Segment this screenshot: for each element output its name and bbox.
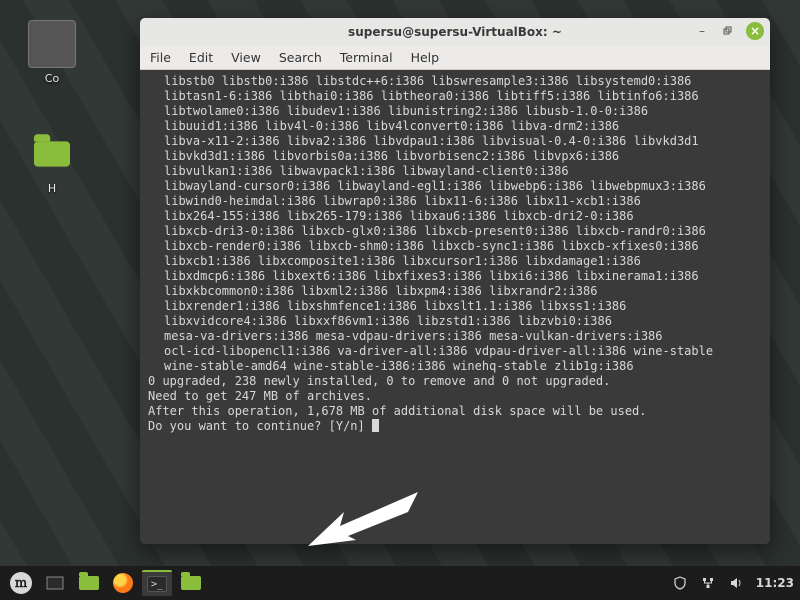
shield-icon[interactable]: [672, 575, 688, 591]
show-desktop-button[interactable]: [40, 570, 70, 596]
pkg-line: libuuid1:i386 libv4l-0:i386 libv4lconver…: [148, 119, 762, 134]
taskbar-terminal-button[interactable]: >_: [142, 570, 172, 596]
network-icon[interactable]: [700, 575, 716, 591]
pkg-line: libtwolame0:i386 libudev1:i386 libunistr…: [148, 104, 762, 119]
pkg-line: libxcb1:i386 libxcomposite1:i386 libxcur…: [148, 254, 762, 269]
pkg-line: ocl-icd-libopencl1:i386 va-driver-all:i3…: [148, 344, 762, 359]
menu-help[interactable]: Help: [411, 50, 440, 65]
pkg-line: libtasn1-6:i386 libthai0:i386 libtheora0…: [148, 89, 762, 104]
pkg-line: libxkbcommon0:i386 libxml2:i386 libxpm4:…: [148, 284, 762, 299]
summary-line: After this operation, 1,678 MB of additi…: [148, 404, 762, 419]
menubar: File Edit View Search Terminal Help: [140, 46, 770, 70]
pkg-line: libva-x11-2:i386 libva2:i386 libvdpau1:i…: [148, 134, 762, 149]
terminal-cursor: [372, 419, 379, 432]
desktop-icon-computer[interactable]: Co: [20, 20, 84, 85]
window-controls: – ×: [694, 22, 764, 40]
pkg-line: libxcb-render0:i386 libxcb-shm0:i386 lib…: [148, 239, 762, 254]
home-folder-icon: [28, 130, 76, 178]
summary-line: 0 upgraded, 238 newly installed, 0 to re…: [148, 374, 762, 389]
terminal-output[interactable]: libstb0 libstb0:i386 libstdc++6:i386 lib…: [140, 70, 770, 544]
pkg-line: libxrender1:i386 libxshmfence1:i386 libx…: [148, 299, 762, 314]
menu-file[interactable]: File: [150, 50, 171, 65]
terminal-window: supersu@supersu-VirtualBox: ~ – × File E…: [140, 18, 770, 544]
summary-line: Need to get 247 MB of archives.: [148, 389, 762, 404]
titlebar[interactable]: supersu@supersu-VirtualBox: ~ – ×: [140, 18, 770, 46]
pkg-line: libxvidcore4:i386 libxxf86vm1:i386 libzs…: [148, 314, 762, 329]
taskbar-files-button[interactable]: [74, 570, 104, 596]
mint-logo-icon: ⅿ: [10, 572, 32, 594]
pkg-line: libxcb-dri3-0:i386 libxcb-glx0:i386 libx…: [148, 224, 762, 239]
volume-icon[interactable]: [728, 575, 744, 591]
desktop-icon: [46, 576, 64, 590]
pkg-line: libx264-155:i386 libx265-179:i386 libxau…: [148, 209, 762, 224]
pkg-line: libstb0 libstb0:i386 libstdc++6:i386 lib…: [148, 74, 762, 89]
folder-icon: [79, 576, 99, 590]
taskbar-clock[interactable]: 11:23: [756, 576, 794, 590]
desktop-icon-label: H: [48, 182, 56, 195]
taskbar: ⅿ >_ 11:23: [0, 566, 800, 600]
window-title: supersu@supersu-VirtualBox: ~: [140, 25, 770, 39]
firefox-icon: [113, 573, 133, 593]
pkg-line: libwayland-cursor0:i386 libwayland-egl1:…: [148, 179, 762, 194]
pkg-line: libxdmcp6:i386 libxext6:i386 libxfixes3:…: [148, 269, 762, 284]
folder-icon: [181, 576, 201, 590]
pkg-line: libvkd3d1:i386 libvorbis0a:i386 libvorbi…: [148, 149, 762, 164]
prompt-line: Do you want to continue? [Y/n]: [148, 419, 762, 434]
pkg-line: libvulkan1:i386 libwavpack1:i386 libwayl…: [148, 164, 762, 179]
pkg-line: libwind0-heimdal:i386 libwrap0:i386 libx…: [148, 194, 762, 209]
computer-icon: [28, 20, 76, 68]
desktop-icon-label: Co: [45, 72, 59, 85]
desktop-icon-home[interactable]: H: [20, 130, 84, 195]
taskbar-files2-button[interactable]: [176, 570, 206, 596]
terminal-icon: >_: [147, 576, 167, 592]
close-button[interactable]: ×: [746, 22, 764, 40]
taskbar-firefox-button[interactable]: [108, 570, 138, 596]
menu-search[interactable]: Search: [279, 50, 322, 65]
start-menu-button[interactable]: ⅿ: [6, 570, 36, 596]
minimize-button[interactable]: –: [694, 23, 710, 39]
pkg-line: mesa-va-drivers:i386 mesa-vdpau-drivers:…: [148, 329, 762, 344]
menu-edit[interactable]: Edit: [189, 50, 213, 65]
menu-view[interactable]: View: [231, 50, 261, 65]
maximize-button[interactable]: [720, 23, 736, 39]
pkg-line: wine-stable-amd64 wine-stable-i386:i386 …: [148, 359, 762, 374]
menu-terminal[interactable]: Terminal: [340, 50, 393, 65]
